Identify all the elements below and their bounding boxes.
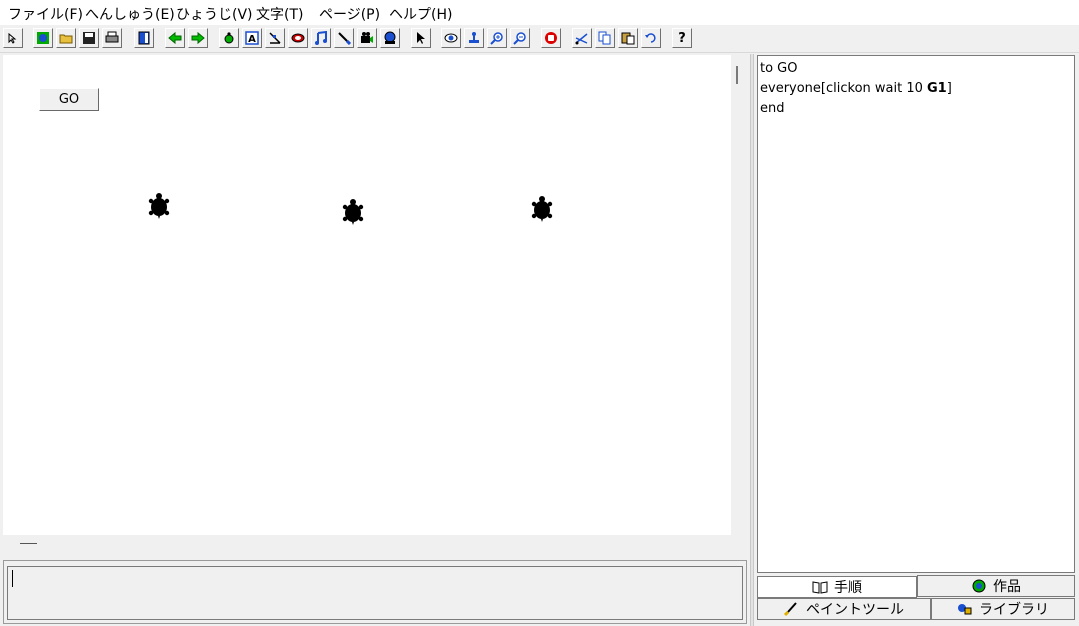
video-icon[interactable]	[357, 28, 377, 48]
paint-brush-icon	[784, 602, 797, 616]
page-canvas[interactable]: GO	[3, 55, 731, 535]
undo-icon[interactable]	[641, 28, 661, 48]
turtle-2[interactable]	[341, 198, 365, 226]
select-arrow-icon[interactable]	[3, 28, 23, 48]
pointer-icon[interactable]	[411, 28, 431, 48]
code-bracket: ]	[946, 81, 952, 96]
code-line-1: to GO	[760, 61, 798, 76]
menu-edit[interactable]: へんしゅう(E)	[85, 4, 175, 24]
tab-procedures-label: 手順	[834, 580, 862, 596]
menu-text[interactable]: 文字(T)	[256, 4, 303, 24]
eye-icon[interactable]	[441, 28, 461, 48]
tab-procedures[interactable]: 手順	[757, 576, 917, 598]
go-button[interactable]: GO	[39, 88, 99, 111]
globe-icon[interactable]	[33, 28, 53, 48]
scissors-icon[interactable]	[572, 28, 592, 48]
save-icon[interactable]	[79, 28, 99, 48]
menu-page[interactable]: ページ(P)	[319, 4, 380, 24]
procedures-editor[interactable]: to GO everyone[clickon wait 10 G1] end	[757, 55, 1075, 573]
stamp-icon[interactable]	[464, 28, 484, 48]
command-center-resize-handle[interactable]	[20, 543, 37, 544]
code-bold-text: G1	[927, 81, 947, 96]
print-icon[interactable]	[102, 28, 122, 48]
hand-stop-icon[interactable]	[541, 28, 561, 48]
canvas-scroll-handle[interactable]	[736, 66, 738, 84]
menu-bar: ファイル(F) へんしゅう(E) ひょうじ(V) 文字(T) ページ(P) ヘル…	[0, 0, 1079, 25]
back-arrow-icon[interactable]	[165, 28, 185, 48]
pane-splitter[interactable]	[750, 54, 754, 626]
toolbar: A ?	[0, 25, 1079, 53]
book-open-icon	[812, 581, 828, 594]
shapes-icon	[958, 604, 972, 615]
globe-icon	[972, 579, 986, 593]
menu-file[interactable]: ファイル(F)	[8, 4, 83, 24]
help-icon[interactable]: ?	[672, 28, 692, 48]
tab-library[interactable]: ライブラリ	[931, 598, 1075, 620]
open-folder-icon[interactable]	[56, 28, 76, 48]
command-center	[3, 560, 747, 624]
paint-brush-icon[interactable]	[334, 28, 354, 48]
code-line-2: everyone[clickon wait 10 G1]	[760, 79, 1072, 99]
turtle-3[interactable]	[530, 195, 554, 223]
copy-icon[interactable]	[595, 28, 615, 48]
book-icon[interactable]	[134, 28, 154, 48]
svg-text:A: A	[248, 34, 256, 45]
code-text: everyone[clickon wait 10	[760, 81, 928, 96]
turtle-1[interactable]	[147, 192, 171, 220]
text-box-icon[interactable]: A	[242, 28, 262, 48]
zoom-in-icon[interactable]	[487, 28, 507, 48]
button-icon[interactable]	[288, 28, 308, 48]
zoom-out-icon[interactable]	[510, 28, 530, 48]
tab-paint-tools[interactable]: ペイントツール	[757, 598, 931, 620]
tab-project-label: 作品	[993, 579, 1021, 595]
new-turtle-icon[interactable]	[219, 28, 239, 48]
music-icon[interactable]	[311, 28, 331, 48]
network-icon[interactable]	[380, 28, 400, 48]
tab-library-label: ライブラリ	[979, 602, 1049, 618]
paste-icon[interactable]	[618, 28, 638, 48]
command-center-input[interactable]	[7, 566, 743, 620]
tab-project[interactable]: 作品	[917, 575, 1075, 597]
tab-paint-tools-label: ペイントツール	[806, 602, 904, 618]
slider-icon[interactable]	[265, 28, 285, 48]
menu-help[interactable]: ヘルプ(H)	[389, 4, 452, 24]
forward-arrow-icon[interactable]	[188, 28, 208, 48]
menu-view[interactable]: ひょうじ(V)	[176, 4, 253, 24]
code-line-3: end	[760, 101, 785, 116]
text-caret	[12, 570, 13, 587]
